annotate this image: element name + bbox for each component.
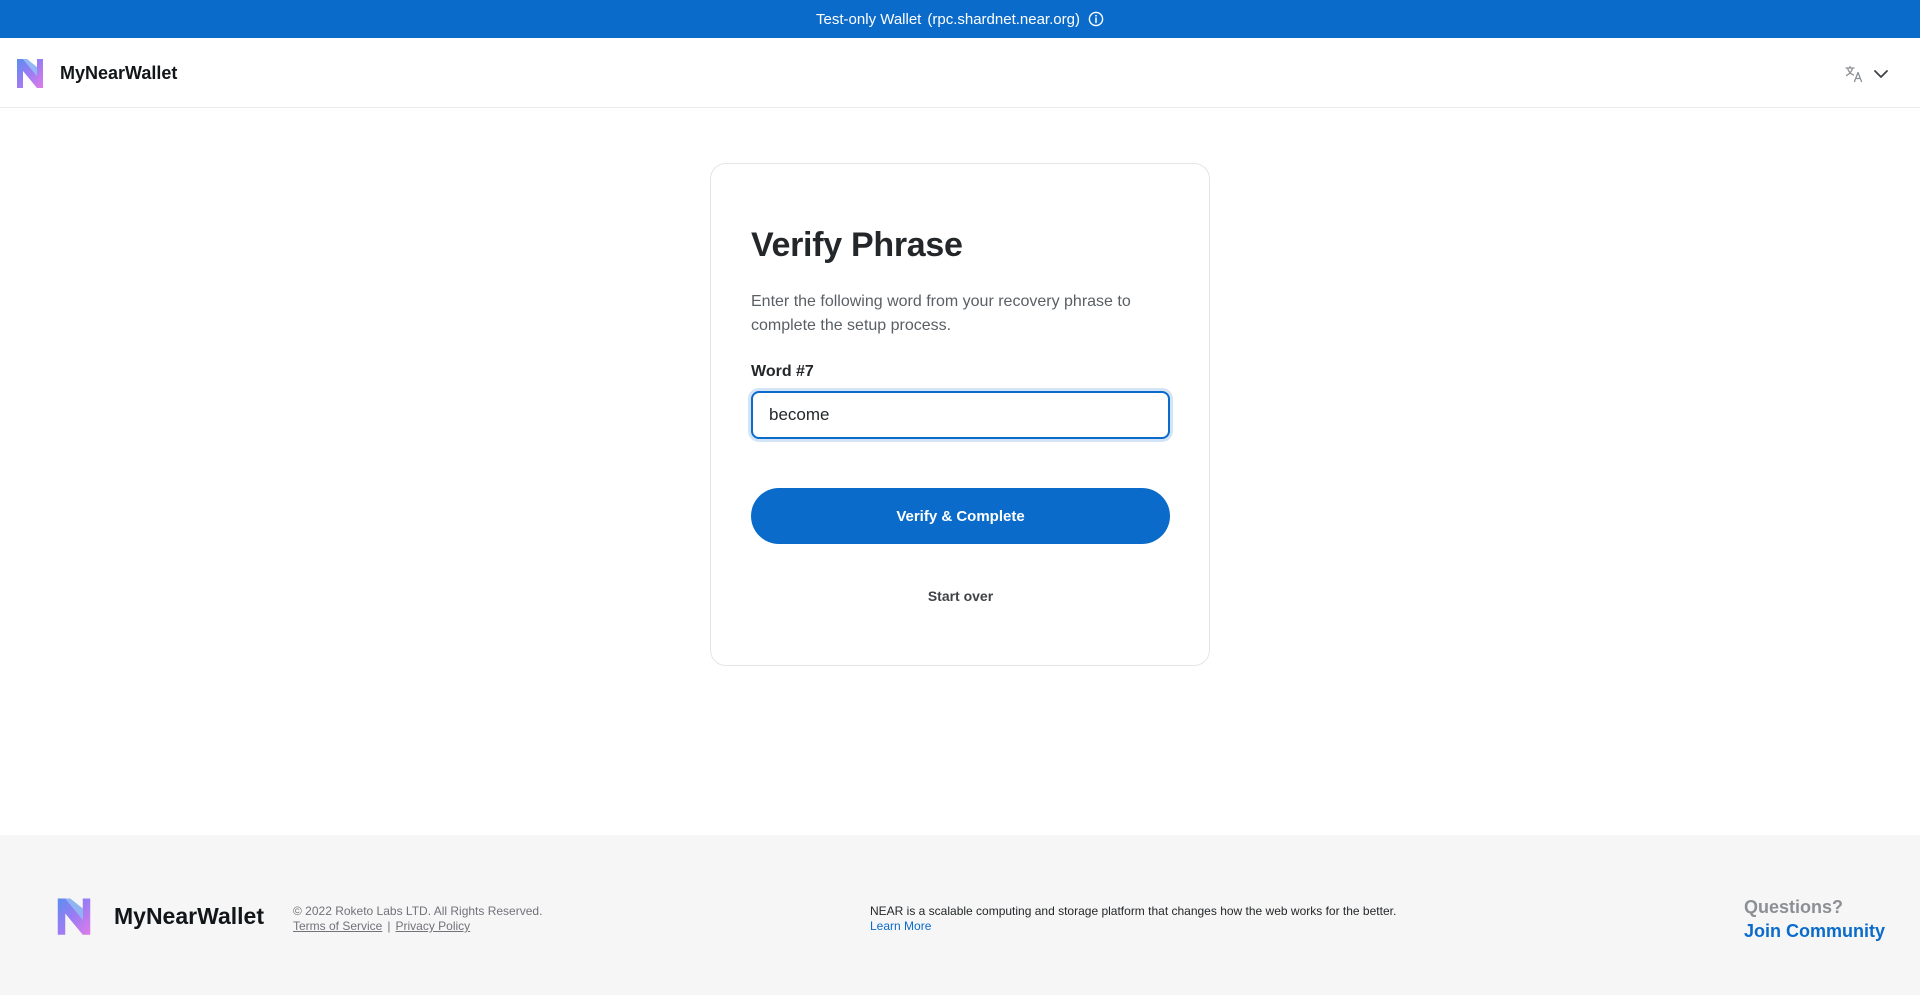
legal-divider: | (387, 919, 391, 933)
word-field-label: Word #7 (751, 363, 814, 380)
start-over-button[interactable]: Start over (751, 584, 1170, 608)
join-community-link[interactable]: Join Community (1744, 919, 1885, 943)
mynearwallet-logo-icon (17, 59, 43, 88)
page-footer: MyNearWallet © 2022 Roketo Labs LTD. All… (0, 835, 1920, 995)
terms-of-service-link[interactable]: Terms of Service (293, 919, 382, 933)
learn-more-link[interactable]: Learn More (870, 919, 931, 933)
chevron-down-icon (1874, 70, 1888, 78)
privacy-policy-link[interactable]: Privacy Policy (395, 919, 470, 933)
footer-legal: © 2022 Roketo Labs LTD. All Rights Reser… (293, 904, 542, 934)
verify-phrase-card: Verify Phrase Enter the following word f… (710, 163, 1210, 666)
banner-label: Test-only Wallet (816, 10, 922, 28)
footer-community: Questions? Join Community (1744, 895, 1885, 943)
brand-name: MyNearWallet (60, 62, 178, 83)
banner-network: (rpc.shardnet.near.org) (927, 10, 1080, 28)
footer-about: NEAR is a scalable computing and storage… (870, 904, 1410, 934)
network-banner: Test-only Wallet (rpc.shardnet.near.org) (0, 0, 1920, 38)
footer-brand[interactable]: MyNearWallet (54, 893, 264, 939)
language-selector[interactable] (1844, 62, 1890, 86)
word-input[interactable] (751, 391, 1170, 439)
mynearwallet-logo-icon (57, 898, 91, 935)
questions-label: Questions? (1743, 897, 1843, 917)
copyright-text: © 2022 Roketo Labs LTD. All Rights Reser… (293, 904, 543, 918)
page-title: Verify Phrase (751, 226, 963, 264)
info-icon[interactable] (1088, 11, 1104, 27)
translate-icon (1845, 65, 1863, 83)
app-header: MyNearWallet (0, 38, 1920, 108)
home-link[interactable]: MyNearWallet (14, 54, 177, 92)
verify-complete-button[interactable]: Verify & Complete (751, 488, 1170, 544)
footer-brand-name: MyNearWallet (114, 902, 264, 929)
page-description: Enter the following word from your recov… (751, 293, 1131, 334)
about-text: NEAR is a scalable computing and storage… (870, 904, 1397, 918)
